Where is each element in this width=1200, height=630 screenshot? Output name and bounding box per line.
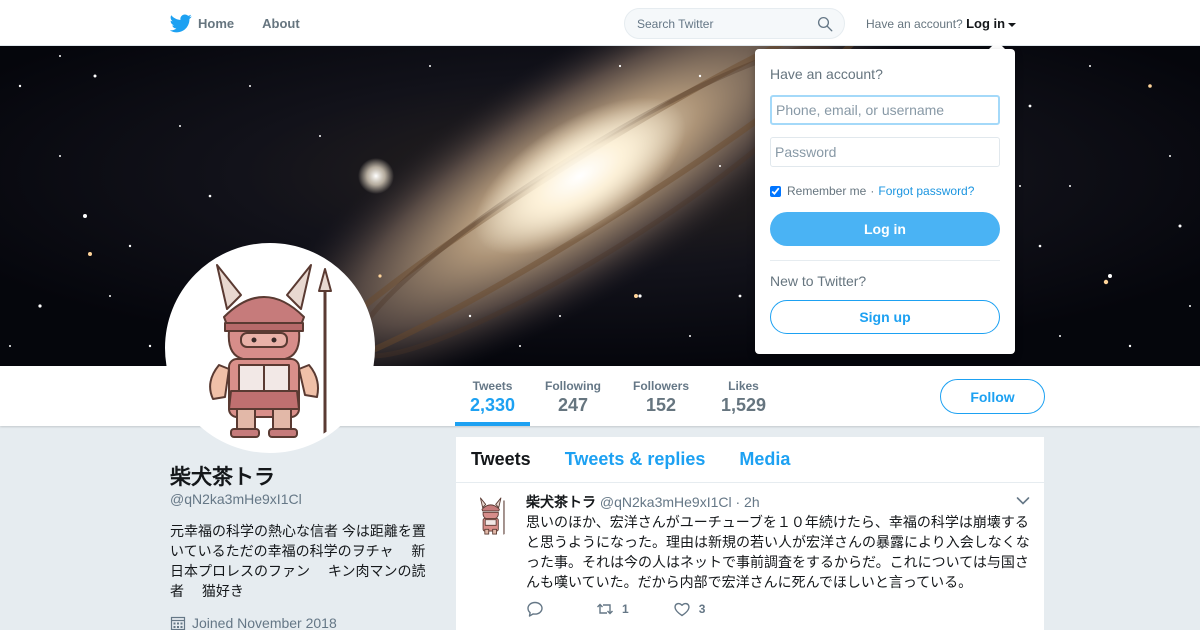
- tab-tweets[interactable]: Tweets: [471, 449, 531, 470]
- reply-icon: [527, 601, 543, 617]
- home-link-label: Home: [198, 15, 235, 31]
- caret-down-icon: [1008, 22, 1017, 27]
- profile-name[interactable]: 柴犬茶トラ: [170, 461, 275, 491]
- retweet-count: 1: [622, 602, 629, 616]
- stat-following[interactable]: Following 247: [545, 379, 601, 416]
- viking-character-avatar-image: [470, 494, 514, 538]
- calendar-icon: [170, 616, 186, 630]
- retweet-icon: [597, 603, 613, 615]
- stat-value: 1,529: [721, 395, 767, 415]
- login-prompt: Have an account? Log in: [866, 16, 1017, 31]
- heart-icon: [674, 602, 690, 617]
- search-input[interactable]: [637, 16, 817, 31]
- joined-date-text: Joined November 2018: [192, 615, 337, 630]
- username-field[interactable]: [770, 95, 1000, 125]
- home-link[interactable]: Home: [170, 12, 234, 34]
- like-button[interactable]: 3: [673, 600, 706, 618]
- stat-label: Followers: [633, 379, 690, 393]
- remember-me-checkbox[interactable]: [770, 185, 781, 197]
- joined-date: Joined November 2018: [170, 615, 337, 630]
- forgot-password-link[interactable]: Forgot password?: [878, 184, 974, 198]
- profile-bio: 元幸福の科学の熱心な信者 今は距離を置いているただの幸福の科学のヲチャ 新日本プ…: [170, 523, 426, 599]
- top-navigation-bar: Home About Have an account? Log in: [0, 0, 1200, 46]
- stat-label: Following: [545, 379, 601, 393]
- chevron-down-icon[interactable]: [1016, 496, 1030, 506]
- stat-value: 152: [645, 395, 677, 415]
- stat-value: 247: [557, 395, 589, 415]
- login-button[interactable]: Log in: [770, 212, 1000, 246]
- stat-label: Likes: [728, 379, 759, 393]
- like-count: 3: [698, 602, 706, 616]
- new-to-twitter-text: New to Twitter?: [770, 273, 867, 289]
- stat-value: 2,330: [470, 395, 516, 415]
- profile-handle[interactable]: @qN2ka3mHe9xI1Cl: [170, 491, 302, 507]
- tweet-author-avatar[interactable]: [470, 494, 514, 538]
- remember-row: Remember me · Forgot password?: [770, 184, 974, 198]
- remember-me-label[interactable]: Remember me: [787, 184, 866, 198]
- timeline-tabs: Tweets Tweets & replies Media: [456, 437, 1044, 483]
- login-dropdown: Have an account? Remember me · Forgot pa…: [755, 49, 1015, 354]
- retweet-button[interactable]: 1: [596, 600, 629, 618]
- active-stat-indicator: [455, 422, 530, 426]
- profile-avatar[interactable]: [165, 243, 375, 453]
- stat-label: Tweets: [472, 379, 513, 393]
- tweet-author-name[interactable]: 柴犬茶トラ: [526, 494, 596, 510]
- timeline: Tweets Tweets & replies Media 柴犬茶トラ @qN2…: [456, 437, 1044, 630]
- tweet-actions: 1 3: [526, 600, 749, 618]
- viking-character-avatar-image: [169, 247, 371, 449]
- tweet-header: 柴犬茶トラ @qN2ka3mHe9xI1Cl · 2h: [526, 492, 760, 512]
- nav-links: Home About: [170, 0, 328, 46]
- tab-media[interactable]: Media: [739, 449, 790, 470]
- login-toggle-label: Log in: [966, 16, 1006, 31]
- tweet-meta[interactable]: @qN2ka3mHe9xI1Cl · 2h: [600, 494, 760, 510]
- search-box[interactable]: [624, 8, 845, 39]
- separator-dot: ·: [870, 184, 875, 198]
- tab-tweets-and-replies[interactable]: Tweets & replies: [565, 449, 706, 470]
- follow-button[interactable]: Follow: [940, 379, 1045, 414]
- about-link[interactable]: About: [262, 16, 300, 31]
- reply-button[interactable]: [526, 600, 552, 618]
- search-icon[interactable]: [816, 15, 834, 33]
- dropdown-title: Have an account?: [770, 66, 883, 82]
- stat-likes[interactable]: Likes 1,529: [721, 379, 766, 416]
- dropdown-divider: [770, 260, 1000, 261]
- login-dropdown-toggle[interactable]: Log in: [966, 16, 1017, 31]
- tweet-text: 思いのほか、宏洋さんがユーチューブを１０年続けたら、幸福の科学は崩壊すると思うよ…: [526, 514, 1030, 590]
- signup-button[interactable]: Sign up: [770, 300, 1000, 334]
- have-account-text: Have an account?: [866, 17, 963, 31]
- twitter-bird-icon: [170, 14, 192, 33]
- password-field[interactable]: [770, 137, 1000, 167]
- stat-followers[interactable]: Followers 152: [633, 379, 689, 416]
- stat-tweets[interactable]: Tweets 2,330: [470, 379, 515, 416]
